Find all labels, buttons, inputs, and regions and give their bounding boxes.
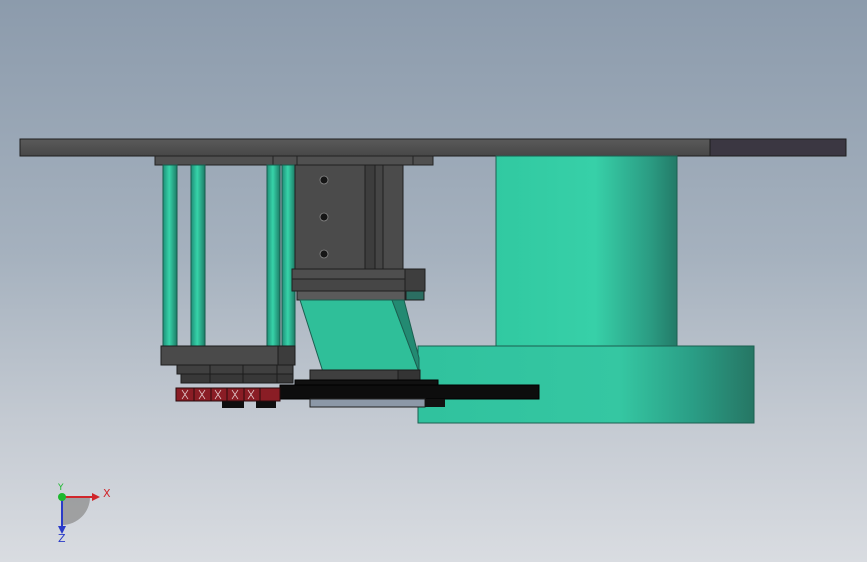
assembly-model[interactable] [0, 0, 867, 562]
bolt-hole [319, 175, 329, 185]
bolt-hole [319, 212, 329, 222]
bracket-plates[interactable] [291, 268, 426, 301]
plate-strip [154, 155, 434, 166]
cad-viewport[interactable]: X Y Z [0, 0, 867, 562]
teal-cylinder[interactable] [495, 155, 678, 347]
x-axis-label: X [103, 487, 111, 500]
bolt-hole [319, 249, 329, 259]
red-gripper[interactable] [175, 387, 281, 402]
z-axis-label: Z [58, 532, 66, 545]
link-foot [309, 369, 421, 381]
y-axis-label: Y [58, 483, 64, 493]
top-plate[interactable] [19, 138, 847, 157]
slanted-link[interactable] [299, 299, 420, 373]
mount-bracket[interactable] [294, 164, 404, 270]
lower-block-stack[interactable] [160, 345, 296, 384]
guide-rods[interactable] [162, 164, 296, 347]
